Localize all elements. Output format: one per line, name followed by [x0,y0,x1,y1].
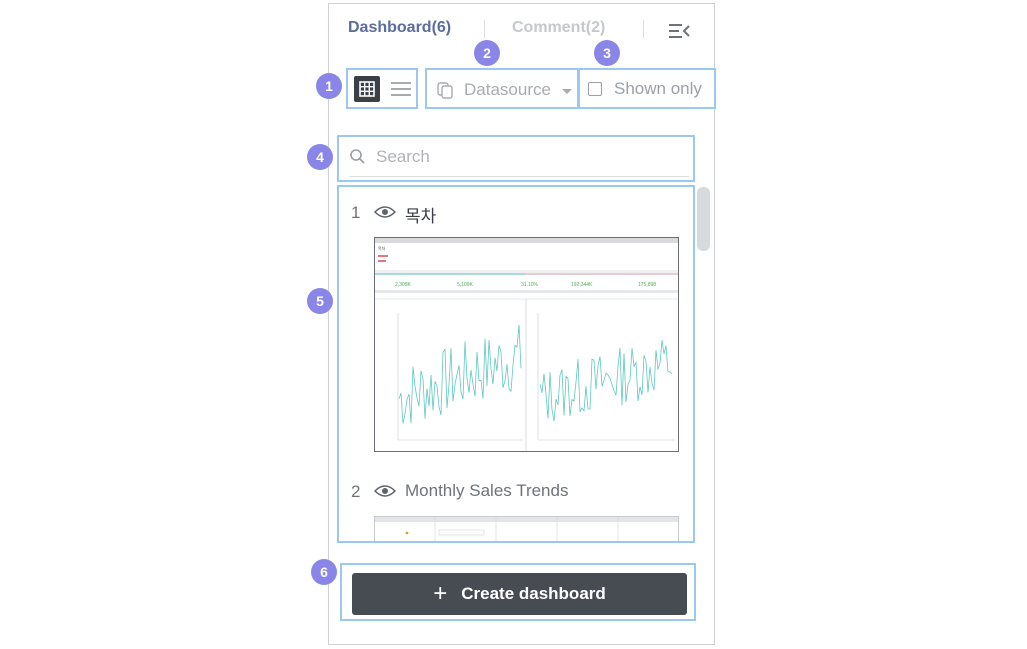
callout-badge: 6 [311,559,337,585]
tab-dashboard[interactable]: Dashboard(6) [348,18,451,38]
callout-box-view-toggle [346,68,418,109]
callout-badge: 2 [474,40,500,66]
list-scrollbar[interactable] [697,187,710,251]
tab-divider [643,20,644,38]
callout-box-shown-only [578,68,716,109]
tab-divider [484,20,485,38]
callout-badge: 4 [307,144,333,170]
callout-badge: 1 [316,73,342,99]
callout-box-create [340,563,696,621]
tab-comment[interactable]: Comment(2) [512,18,605,38]
callout-badge: 3 [594,40,620,66]
callout-box-search [337,135,695,182]
callout-box-datasource [425,68,579,109]
callout-box-list [337,185,695,543]
callout-badge: 5 [307,288,333,314]
collapse-panel-icon[interactable] [668,22,692,40]
